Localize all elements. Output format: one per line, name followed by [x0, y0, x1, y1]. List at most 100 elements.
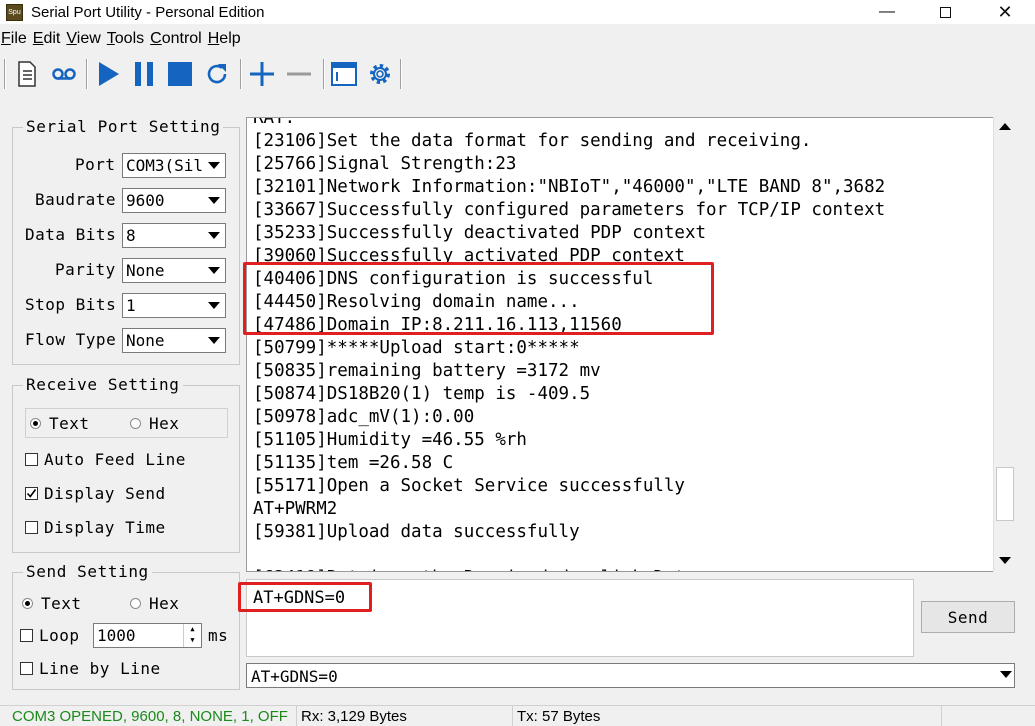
menu-bar: File Edit View Tools Control Help	[0, 30, 246, 52]
scroll-down-icon[interactable]	[999, 557, 1011, 564]
scroll-up-icon[interactable]	[999, 123, 1011, 130]
group-title: Send Setting	[23, 562, 152, 581]
group-title: Receive Setting	[23, 375, 183, 394]
radio-unchecked-icon	[130, 598, 141, 609]
chevron-down-icon	[203, 189, 225, 212]
status-extra	[941, 706, 1035, 726]
highlight-box-command	[238, 582, 372, 612]
receive-text-radio[interactable]: Text	[30, 414, 90, 433]
loop-interval-value: 1000	[97, 626, 136, 645]
terminal-line: [51135]tem =26.58 C	[253, 453, 454, 473]
terminal-line: [50874]DS18B20(1) temp is -409.5	[253, 384, 591, 404]
menu-edit[interactable]: Edit	[33, 30, 61, 52]
receive-hex-label: Hex	[149, 414, 180, 433]
window-icon	[331, 62, 357, 86]
close-button[interactable]: ✕	[982, 0, 1028, 24]
loop-checkbox[interactable]: Loop	[20, 626, 80, 645]
data-bits-value: 8	[126, 226, 136, 245]
record-icon	[52, 68, 76, 80]
flow-type-select[interactable]: None	[122, 328, 226, 353]
loop-interval-spinbox[interactable]: 1000 ▲ ▼	[93, 623, 202, 648]
checkbox-checked-icon	[25, 487, 38, 500]
terminal-line: [63418]Retrieve the Received downlink Da…	[253, 567, 885, 571]
checkbox-icon	[25, 453, 38, 466]
terminal-line: [23106]Set the data format for sending a…	[253, 131, 812, 151]
add-icon	[250, 62, 274, 86]
radio-checked-icon	[30, 418, 41, 429]
baudrate-select[interactable]: 9600	[122, 188, 226, 213]
auto-feed-line-checkbox[interactable]: Auto Feed Line	[25, 450, 186, 469]
rx-count: Rx: 3,129 Bytes	[296, 706, 510, 726]
tx-count: Tx: 57 Bytes	[512, 706, 940, 726]
stop-bits-value: 1	[126, 296, 136, 315]
receive-terminal[interactable]: RAT: [23106]Set the data format for sendi…	[246, 117, 1015, 572]
baudrate-label: Baudrate	[35, 190, 117, 209]
checkbox-icon	[20, 662, 33, 675]
stop-bits-select[interactable]: 1	[122, 293, 226, 318]
stop-bits-label: Stop Bits	[25, 295, 117, 314]
add-button[interactable]	[246, 58, 278, 90]
loop-label: Loop	[39, 626, 80, 645]
minimize-icon: —	[879, 3, 895, 20]
display-time-label: Display Time	[44, 518, 166, 537]
flow-type-value: None	[126, 331, 165, 350]
receive-hex-radio[interactable]: Hex	[130, 414, 179, 433]
send-text-radio[interactable]: Text	[22, 594, 82, 613]
play-button[interactable]	[92, 58, 124, 90]
menu-help[interactable]: Help	[208, 30, 241, 52]
send-history-select[interactable]: AT+GDNS=0	[246, 663, 1015, 688]
checkbox-icon	[25, 521, 38, 534]
baudrate-value: 9600	[126, 191, 165, 210]
chevron-down-icon[interactable]	[1000, 671, 1012, 678]
send-history-value: AT+GDNS=0	[251, 667, 338, 686]
window-button[interactable]	[328, 58, 360, 90]
data-bits-select[interactable]: 8	[122, 223, 226, 248]
port-label: Port	[75, 155, 116, 174]
window-title: Serial Port Utility - Personal Edition	[31, 3, 265, 21]
record-button[interactable]	[48, 58, 80, 90]
refresh-icon	[207, 64, 227, 84]
display-send-checkbox[interactable]: Display Send	[25, 484, 166, 503]
stop-button[interactable]	[164, 58, 196, 90]
receive-text-label: Text	[49, 414, 90, 433]
menu-tools[interactable]: Tools	[107, 30, 144, 52]
spin-arrows-icon[interactable]: ▲ ▼	[183, 624, 201, 647]
pause-button[interactable]	[128, 58, 160, 90]
toolbar-separator	[4, 59, 6, 89]
port-value: COM3(Sil	[126, 156, 204, 175]
terminal-line: [35233]Successfully deactivated PDP cont…	[253, 223, 707, 243]
minimize-button[interactable]: —	[864, 0, 910, 24]
status-bar: COM3 OPENED, 9600, 8, NONE, 1, OFF Rx: 3…	[0, 705, 1035, 726]
toolbar-separator	[323, 59, 325, 89]
parity-value: None	[126, 261, 165, 280]
toolbar-separator	[240, 59, 242, 89]
maximize-button[interactable]	[922, 0, 968, 24]
terminal-scrollbar[interactable]	[993, 117, 1015, 572]
settings-icon	[370, 64, 390, 84]
new-button[interactable]	[11, 58, 43, 90]
maximize-icon	[939, 6, 951, 18]
remove-button[interactable]	[283, 58, 315, 90]
scrollbar-thumb[interactable]	[996, 467, 1014, 521]
menu-control[interactable]: Control	[150, 30, 202, 52]
port-status: COM3 OPENED, 9600, 8, NONE, 1, OFF	[12, 708, 288, 725]
menu-file[interactable]: File	[1, 30, 27, 52]
parity-select[interactable]: None	[122, 258, 226, 283]
toolbar	[0, 55, 1035, 95]
refresh-button[interactable]	[201, 58, 233, 90]
new-document-icon	[18, 61, 36, 87]
checkbox-icon	[20, 629, 33, 642]
terminal-line: [59381]Upload data successfully	[253, 522, 580, 542]
display-time-checkbox[interactable]: Display Time	[25, 518, 166, 537]
line-by-line-checkbox[interactable]: Line by Line	[20, 659, 161, 678]
terminal-line: [51105]Humidity =46.55 %rh	[253, 430, 527, 450]
data-bits-label: Data Bits	[25, 225, 117, 244]
menu-view[interactable]: View	[66, 30, 100, 52]
send-hex-radio[interactable]: Hex	[130, 594, 179, 613]
port-select[interactable]: COM3(Sil	[122, 153, 226, 178]
send-button[interactable]: Send	[921, 601, 1015, 633]
settings-button[interactable]	[364, 58, 396, 90]
send-hex-label: Hex	[149, 594, 180, 613]
app-icon: Spu	[6, 3, 23, 21]
terminal-line: [55171]Open a Socket Service successfull…	[253, 476, 685, 496]
